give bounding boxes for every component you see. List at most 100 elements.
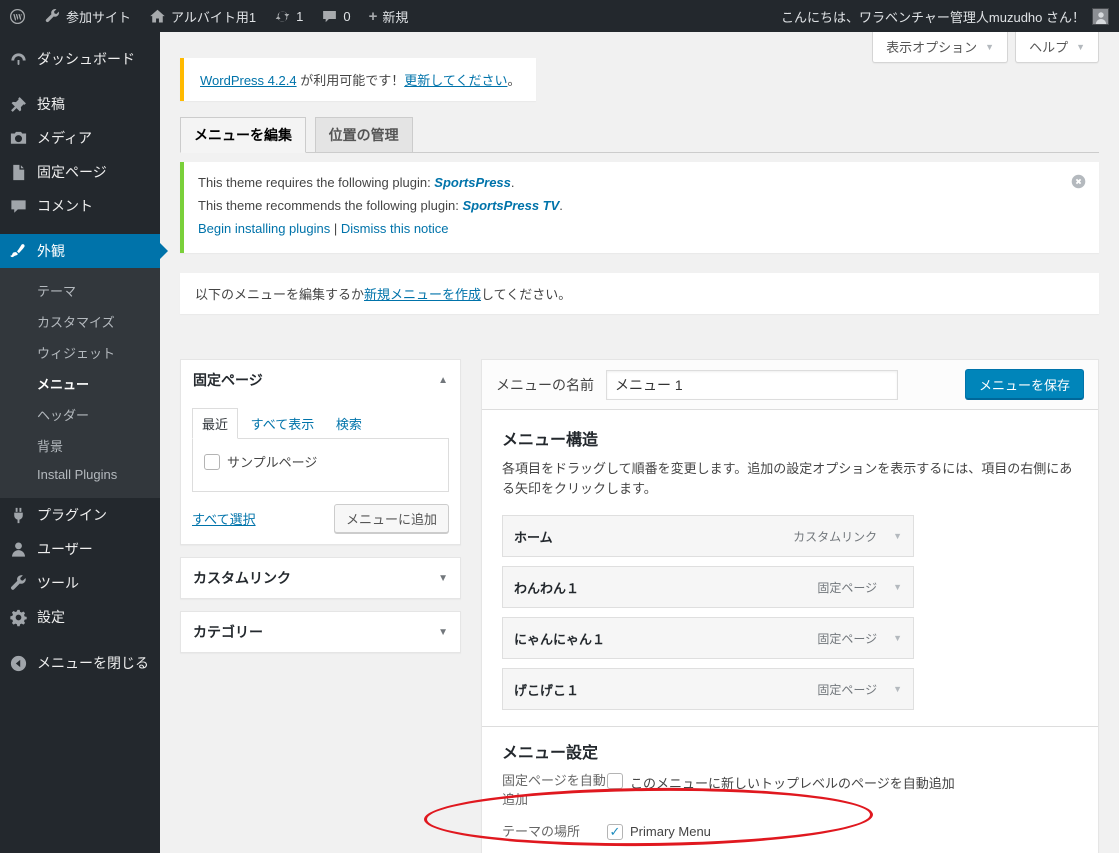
pin-icon <box>9 95 28 114</box>
sidebar-label-media: メディア <box>37 130 93 146</box>
select-all-link[interactable]: すべて選択 <box>192 509 256 528</box>
screen-options-button[interactable]: 表示オプション ▼ <box>872 32 1009 63</box>
wordpress-logo-icon <box>9 8 26 25</box>
menu-item-wanwan[interactable]: わんわん１ 固定ページ ▼ <box>502 566 914 609</box>
collapse-menu-button[interactable]: メニューを閉じる <box>0 646 160 680</box>
menu-item-expand-icon[interactable]: ▼ <box>893 531 902 541</box>
dismiss-notice-link[interactable]: Dismiss this notice <box>341 221 449 236</box>
categories-metabox-header[interactable]: カテゴリー ▼ <box>181 612 460 652</box>
sidebar-item-comments[interactable]: コメント <box>0 189 160 223</box>
sample-page-checkbox[interactable] <box>204 453 220 470</box>
auto-add-pages-checkbox[interactable] <box>607 773 623 790</box>
sidebar-item-users[interactable]: ユーザー <box>0 532 160 566</box>
create-new-menu-link[interactable]: 新規メニューを作成 <box>364 287 481 302</box>
sportspress-tv-plugin-link[interactable]: SportsPress TV <box>462 198 559 213</box>
arrow-left-circle-icon <box>9 654 28 673</box>
update-nag-period: 。 <box>507 73 521 88</box>
menu-items-list: ホーム カスタムリンク ▼ わんわん１ 固定ページ ▼ にゃんにゃん１ 固定ペー… <box>502 515 914 711</box>
sidebar-label-users: ユーザー <box>37 541 93 557</box>
categories-metabox-title: カテゴリー <box>193 624 263 640</box>
sidebar-separator <box>0 223 160 234</box>
sidebar-label-appearance: 外観 <box>37 243 65 259</box>
pages-metabox-header[interactable]: 固定ページ ▲ <box>181 360 460 400</box>
menu-name-label: メニューの名前 <box>496 376 594 393</box>
theme-locations-row: テーマの場所 ✓ Primary Menu <box>502 823 1078 842</box>
menu-item-gekogeko[interactable]: げこげこ１ 固定ページ ▼ <box>502 668 914 711</box>
avatar[interactable] <box>1092 7 1109 25</box>
menu-item-label: にゃんにゃん１ <box>514 631 606 647</box>
manage-menus-bar: 以下のメニューを編集するか新規メニューを作成してください。 <box>180 273 1099 314</box>
notice-text: This theme recommends the following plug… <box>198 198 463 213</box>
sidebar-item-dashboard[interactable]: ダッシュボード <box>0 42 160 76</box>
sidebar-label-comments: コメント <box>37 198 93 214</box>
wordpress-version-link[interactable]: WordPress 4.2.4 <box>200 73 297 88</box>
submenu-item-menus[interactable]: メニュー <box>0 368 160 399</box>
menu-item-label: ホーム <box>514 529 553 545</box>
menu-item-expand-icon[interactable]: ▼ <box>893 684 902 694</box>
admin-sidebar: ダッシュボード 投稿 メディア 固定ページ コメント 外観 テーマ カスタマイズ <box>0 32 168 853</box>
menu-item-home[interactable]: ホーム カスタムリンク ▼ <box>502 515 914 558</box>
wp-logo-menu[interactable] <box>0 0 35 32</box>
sidebar-item-plugins[interactable]: プラグイン <box>0 498 160 532</box>
updates-count: 1 <box>296 8 304 24</box>
update-nag-text: が利用可能です！ <box>296 73 405 88</box>
wrench-icon <box>9 574 28 593</box>
tab-manage-locations[interactable]: 位置の管理 <box>314 117 413 153</box>
menu-structure-help: 各項目をドラッグして順番を変更します。追加の設定オプションを表示するには、項目の… <box>502 461 1073 497</box>
manage-menus-text-end: してください。 <box>481 287 572 302</box>
sidebar-label-posts: 投稿 <box>37 96 65 112</box>
menu-item-nyannyan[interactable]: にゃんにゃん１ 固定ページ ▼ <box>502 617 914 660</box>
custom-links-metabox-header[interactable]: カスタムリンク ▼ <box>181 558 460 598</box>
chevron-down-icon: ▼ <box>1076 41 1085 52</box>
primary-menu-checkbox[interactable]: ✓ <box>607 823 623 840</box>
sidebar-label-tools: ツール <box>37 575 79 591</box>
sidebar-item-tools[interactable]: ツール <box>0 566 160 600</box>
sidebar-item-media[interactable]: メディア <box>0 121 160 155</box>
menu-item-label: わんわん１ <box>514 580 580 596</box>
tab-edit-menus[interactable]: メニューを編集 <box>180 117 306 153</box>
submenu-item-themes[interactable]: テーマ <box>0 275 160 306</box>
dismiss-icon[interactable] <box>1070 173 1087 190</box>
menu-item-type: カスタムリンク <box>793 529 878 544</box>
begin-installing-plugins-link[interactable]: Begin installing plugins <box>198 221 330 236</box>
help-button[interactable]: ヘルプ ▼ <box>1015 32 1099 63</box>
menu-item-expand-icon[interactable]: ▼ <box>893 633 902 643</box>
expand-arrow-icon[interactable]: ▼ <box>438 627 448 638</box>
new-content-label: 新規 <box>382 9 409 25</box>
add-to-menu-button[interactable]: メニューに追加 <box>333 504 449 533</box>
howdy-greeting[interactable]: こんにちは、ワラベンチャー管理人muzudho さん！ <box>781 7 1085 26</box>
submenu-item-customize[interactable]: カスタマイズ <box>0 306 160 337</box>
menu-name-input[interactable] <box>606 369 898 400</box>
tab-most-recent[interactable]: 最近 <box>192 408 239 439</box>
sidebar-item-settings[interactable]: 設定 <box>0 600 160 634</box>
site-name-menu[interactable]: アルバイト用1 <box>140 0 265 32</box>
page-icon <box>9 163 28 182</box>
sidebar-item-appearance[interactable]: 外観 <box>0 234 168 268</box>
sidebar-item-pages[interactable]: 固定ページ <box>0 155 160 189</box>
collapse-arrow-icon[interactable]: ▲ <box>438 375 448 386</box>
manage-menus-text: 以下のメニューを編集するか <box>195 287 365 302</box>
submenu-item-background[interactable]: 背景 <box>0 430 160 461</box>
comments-menu[interactable]: 0 <box>312 0 359 32</box>
appearance-submenu: テーマ カスタマイズ ウィジェット メニュー ヘッダー 背景 Install P… <box>0 268 160 498</box>
notice-text: This theme requires the following plugin… <box>198 175 435 190</box>
my-sites-menu[interactable]: 参加サイト <box>35 0 140 32</box>
expand-arrow-icon[interactable]: ▼ <box>438 573 448 584</box>
menu-item-type: 固定ページ <box>817 580 878 595</box>
update-now-link[interactable]: 更新してください <box>404 73 507 88</box>
menu-editor-column: メニューの名前 メニューを保存 メニュー構造 各項目をドラッグして順番を変更しま… <box>481 359 1099 853</box>
sidebar-item-posts[interactable]: 投稿 <box>0 87 160 121</box>
updates-menu[interactable]: 1 <box>265 0 312 32</box>
submenu-item-widgets[interactable]: ウィジェット <box>0 337 160 368</box>
tab-view-all[interactable]: すべて表示 <box>242 409 324 438</box>
camera-icon <box>9 129 28 148</box>
menu-item-expand-icon[interactable]: ▼ <box>893 582 902 592</box>
new-content-menu[interactable]: + 新規 <box>360 0 418 32</box>
save-menu-button[interactable]: メニューを保存 <box>964 369 1084 400</box>
site-name-label: アルバイト用1 <box>171 9 257 25</box>
tab-search[interactable]: 検索 <box>327 409 371 438</box>
submenu-item-install-plugins[interactable]: Install Plugins <box>0 461 160 488</box>
sportspress-plugin-link[interactable]: SportsPress <box>434 175 511 190</box>
plug-icon <box>9 506 28 525</box>
submenu-item-header[interactable]: ヘッダー <box>0 399 160 430</box>
